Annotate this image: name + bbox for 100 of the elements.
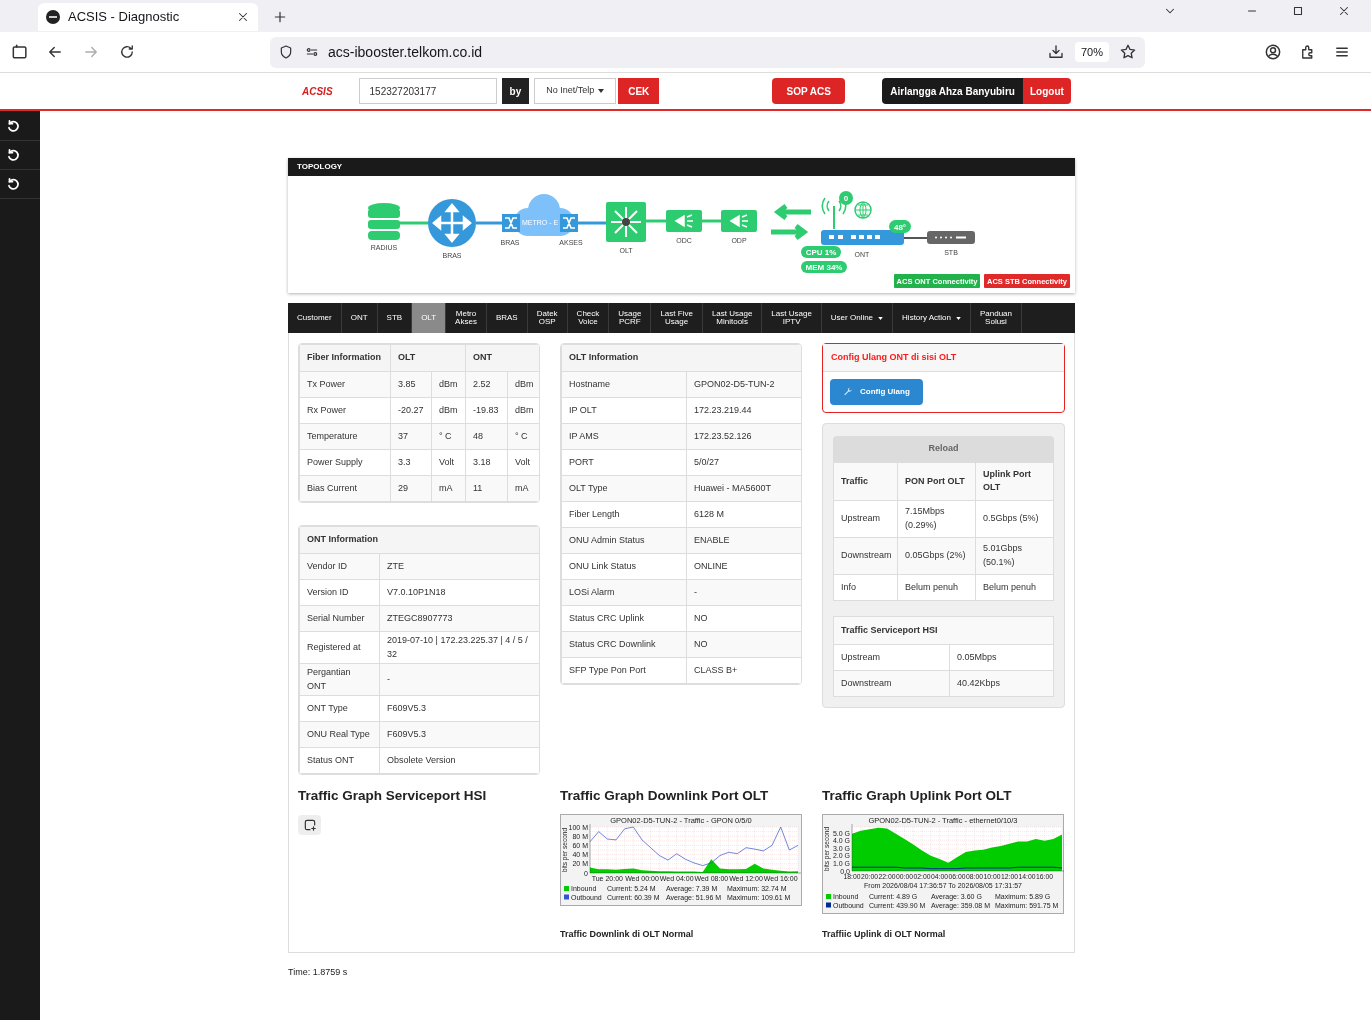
table-cell: ONT Type [299,695,380,722]
table-cell: Fiber Length [561,501,687,528]
timing-text: Time: 1.8759 s [288,966,349,979]
graph-caption: Traffiic Uplink di OLT Normal [822,928,947,941]
reload-icon[interactable] [118,43,136,61]
url-text: acs-ibooster.telkom.co.id [328,42,483,62]
table-title: ONT Information [299,526,539,554]
table-cell: Pergantian ONT [299,663,380,696]
table-cell: Downstream [833,670,950,697]
table-cell: -19.83 [465,397,508,424]
image-add-icon [302,818,317,832]
close-icon[interactable] [1337,4,1351,18]
hub-icon [606,202,646,242]
search-field[interactable]: 152327203177 [358,78,497,104]
table-cell: Info [833,574,898,601]
download-icon[interactable] [1046,43,1065,61]
table-cell: Downstream [833,537,898,575]
config-button[interactable]: Config Ulang [830,379,923,405]
shield-icon[interactable] [278,44,294,60]
logout-button[interactable]: Logout [1022,78,1071,104]
badge-text: 0 [843,194,849,203]
table-cell: 5.01Gbps (50.1%) [975,537,1054,575]
by-label: by [501,78,530,104]
address-bar[interactable]: acs-ibooster.telkom.co.id 70% [270,36,1145,68]
connector-line [399,221,431,225]
table-title: OLT Information [561,344,801,372]
table-cell: Tx Power [299,371,391,398]
tab-overview-icon[interactable] [10,42,30,62]
column-header: PON Port OLT [897,462,976,501]
panel-title: Config Ulang ONT di sisi OLT [823,344,1064,372]
table-cell: Status ONT [299,747,380,774]
favicon-icon [46,10,60,24]
table-cell: 3.18 [465,449,508,476]
check-button[interactable]: CEK [618,78,660,104]
database-icon [368,203,400,240]
star-icon[interactable] [1119,43,1137,61]
table-cell: Temperature [299,423,391,450]
reload-button[interactable]: Reload [833,435,1054,462]
table-cell: LOSi Alarm [561,579,687,606]
table-cell: 7.15Mbps (0.29%) [897,500,976,538]
user-name: Airlangga Ahza Banyubiru [882,78,1023,104]
table-cell: Bias Current [299,475,391,502]
table-cell: 2.52 [465,371,508,398]
table-cell: Power Supply [299,449,391,476]
table-cell: PORT [561,449,687,476]
table-cell: 29 [390,475,432,502]
table-cell: 40.42Kbps [949,670,1054,697]
section-heading: Traffic Graph Uplink Port OLT [822,788,1013,804]
table-cell: ONU Real Type [299,721,380,748]
table-cell: 3.85 [390,371,432,398]
column-header: Uplink Port OLT [975,462,1054,501]
zoom-level[interactable]: 70% [1074,41,1109,63]
set-top-box-drawing [927,231,975,244]
router-icon [428,199,476,247]
table-cell: Volt [431,449,466,476]
table-cell: dBm [431,371,466,398]
table-cell: OLT Type [561,475,687,502]
undo-icon[interactable] [6,177,20,191]
table-cell: ° C [431,423,466,450]
column-header: Traffic [833,462,898,501]
logo: ACSIS [302,84,333,99]
table-cell: 48 [465,423,508,450]
switch-icon [560,214,578,232]
table-cell: -20.27 [390,397,432,424]
table-title: Traffic Serviceport HSI [833,616,1054,645]
wrench-icon [843,387,853,397]
undo-icon[interactable] [6,119,20,133]
search-type-select[interactable]: No Inet/Telp [534,78,617,104]
table-cell: Belum penuh [975,574,1054,601]
table-cell: Upstream [833,644,950,671]
badge-text: 48° [893,222,907,232]
badge-text: MEM 34% [805,263,843,272]
table-cell: 0.5Gbps (5%) [975,500,1054,538]
globe-icon [854,201,872,219]
caret-icon [956,316,961,320]
caret-icon [598,89,605,93]
table-cell: IP OLT [561,397,687,424]
account-icon[interactable] [1263,42,1283,62]
table-cell: 3.3 [390,449,432,476]
table-cell: Version ID [299,579,380,606]
column-header: Fiber Information [299,344,391,372]
table-cell: Upstream [833,500,898,538]
new-tab-icon[interactable] [272,9,288,25]
table-cell: Vendor ID [299,553,380,580]
connector-line [646,219,666,223]
table-cell: Rx Power [299,397,391,424]
table-cell: Belum penuh [897,574,976,601]
table-cell: ONU Link Status [561,553,687,580]
maximize-icon[interactable] [1291,4,1305,18]
column-header: ONT [465,344,539,372]
close-icon[interactable] [236,10,250,24]
undo-icon[interactable] [6,148,20,162]
sop-button[interactable]: SOP ACS [772,78,846,104]
column-header: OLT [390,344,466,372]
badge-text: CPU 1% [805,248,837,257]
table-cell: 37 [390,423,432,450]
add-image-button[interactable] [298,815,321,835]
table-cell: Registered at [299,631,380,664]
table-cell: ONU Admin Status [561,527,687,554]
table-cell: dBm [431,397,466,424]
